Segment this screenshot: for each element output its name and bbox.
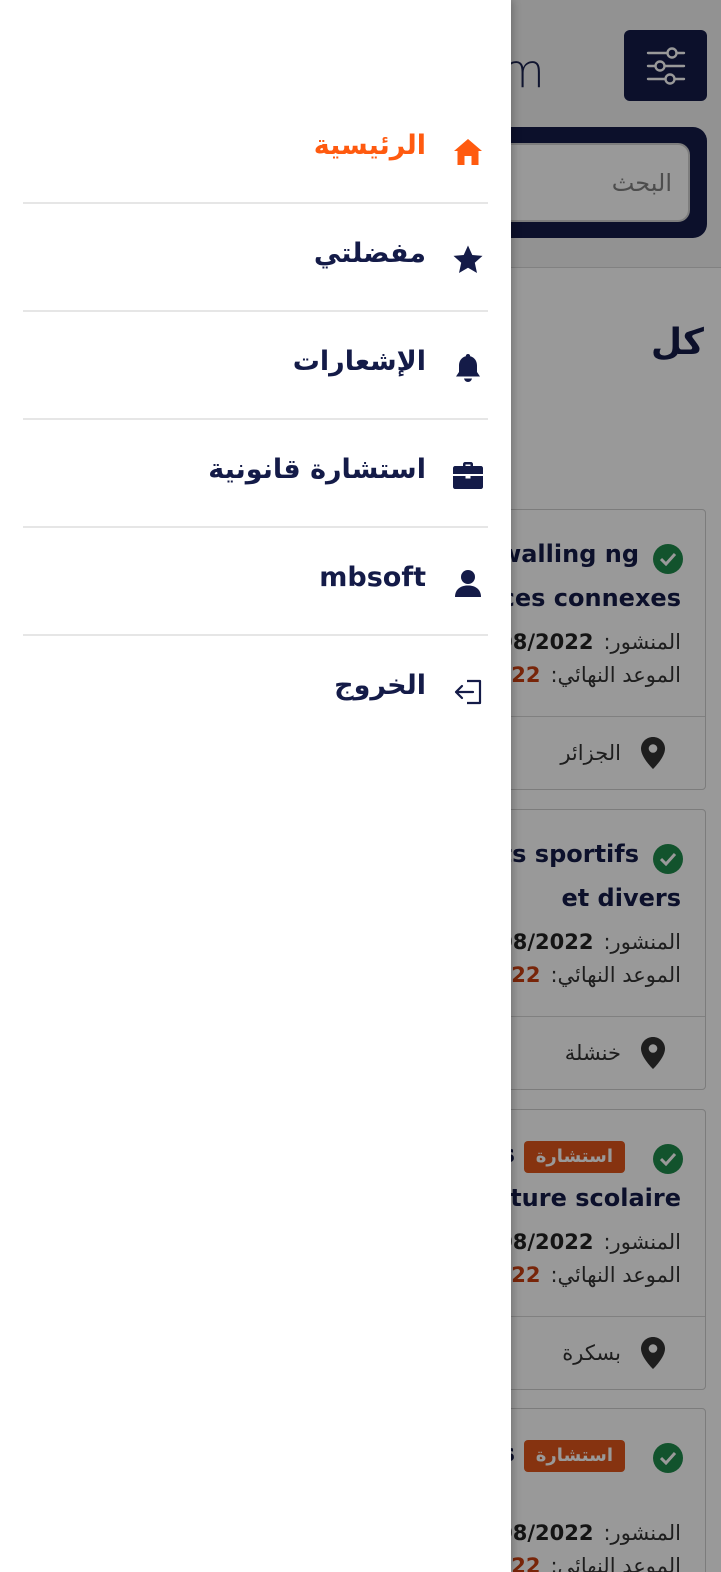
side-drawer: الرئيسية مفضلتي الإشعارات استشارة قانوني… xyxy=(0,0,511,1572)
drawer-item-label: الخروج xyxy=(334,670,426,701)
bell-icon xyxy=(456,354,480,382)
drawer-item-label: الرئيسية xyxy=(313,130,426,161)
drawer-item-logout[interactable]: الخروج xyxy=(23,636,488,744)
drawer-item-profile[interactable]: mbsoft xyxy=(23,528,488,636)
drawer-item-notifications[interactable]: الإشعارات xyxy=(23,312,488,420)
user-icon xyxy=(455,570,481,597)
drawer-menu: الرئيسية مفضلتي الإشعارات استشارة قانوني… xyxy=(23,96,488,744)
briefcase-icon xyxy=(453,462,483,489)
drawer-item-label: استشارة قانونية xyxy=(208,454,426,485)
drawer-item-favorites[interactable]: مفضلتي xyxy=(23,204,488,312)
drawer-item-home[interactable]: الرئيسية xyxy=(23,96,488,204)
drawer-item-legal-consultation[interactable]: استشارة قانونية xyxy=(23,420,488,528)
logout-icon xyxy=(454,679,482,705)
star-icon xyxy=(453,245,483,273)
drawer-item-label: مفضلتي xyxy=(313,238,426,269)
drawer-item-label: mbsoft xyxy=(319,562,426,593)
drawer-item-label: الإشعارات xyxy=(292,346,426,377)
home-icon xyxy=(454,139,482,165)
